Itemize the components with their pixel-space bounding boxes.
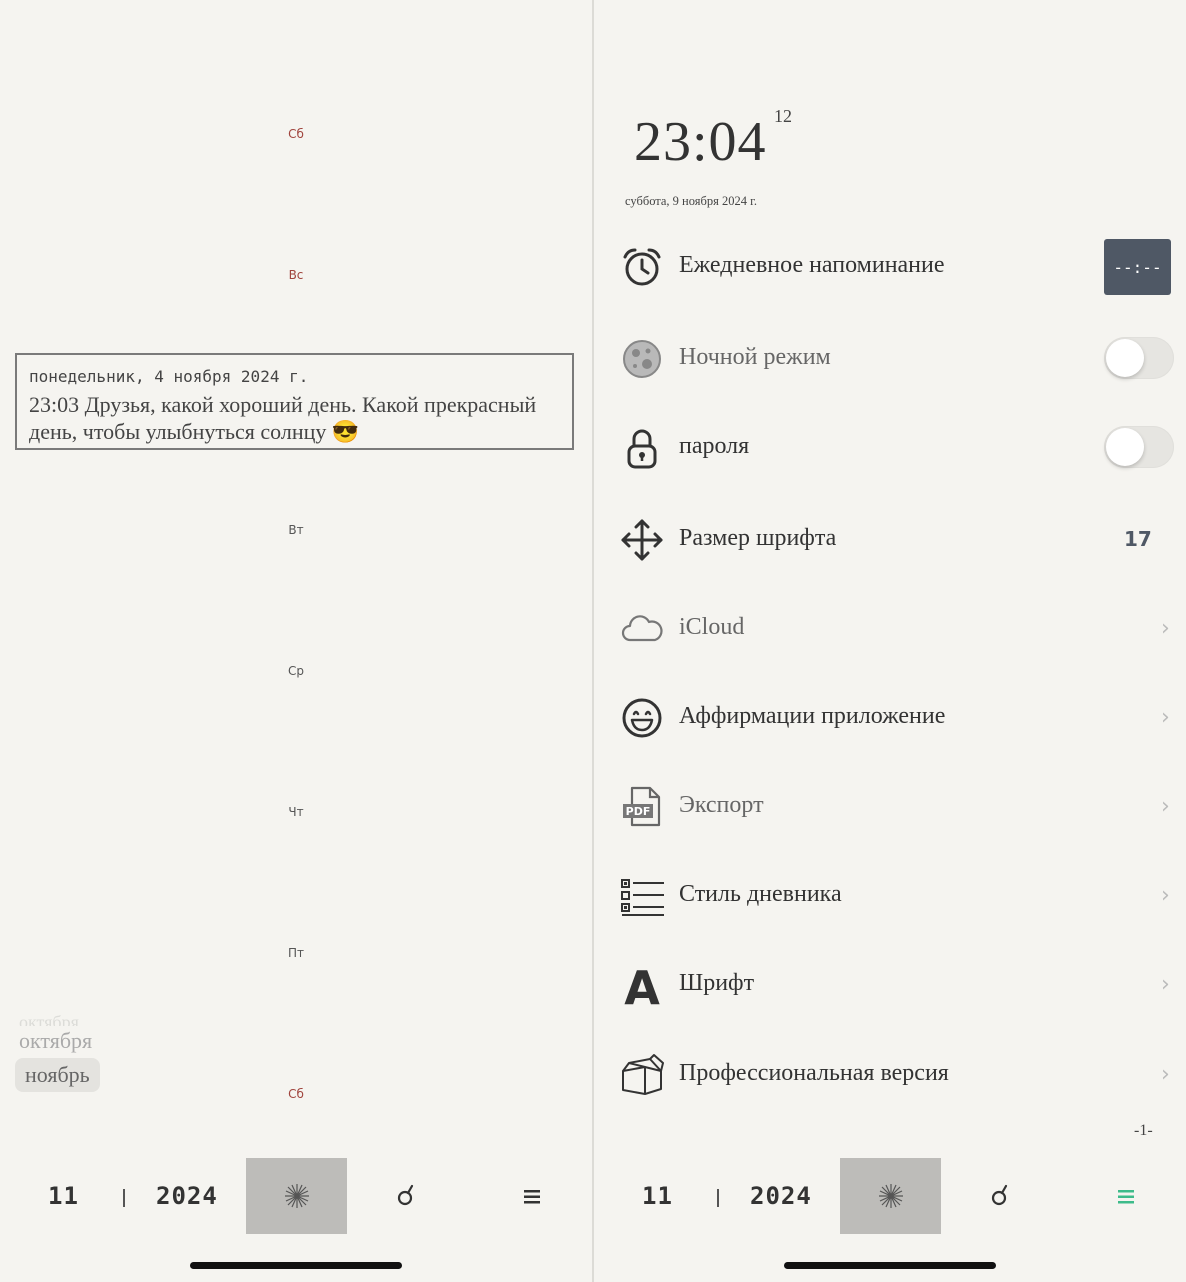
move-arrows-icon [621,519,663,561]
setting-label: Стиль дневника [679,881,842,907]
day-label-sun: Вс [288,268,304,282]
setting-daily-reminder[interactable]: Ежедневное напоминание --:-- [594,237,1186,297]
tab-separator [123,1189,125,1207]
setting-affirmations[interactable]: Аффирмации приложение › [594,688,1186,748]
tab-year[interactable]: 2024 [750,1182,812,1210]
clock-time: 23:04 [634,111,767,173]
entry-date: понедельник, 4 ноября 2024 г. [29,367,309,386]
diary-timeline-screen: Сб Вс понедельник, 4 ноября 2024 г. 23:0… [0,0,592,1282]
day-label-fri: Пт [287,946,304,960]
month-item[interactable]: октября [15,1012,125,1026]
clock-seconds: 12 [774,106,792,126]
chevron-right-icon: › [1161,616,1170,641]
sparkle-icon [284,1184,309,1208]
font-letter-icon: A [624,963,660,1007]
font-icon-text: A [624,963,660,1007]
moon-icon [623,340,661,378]
entry-text: 23:03 Друзья, какой хороший день. Какой … [29,392,537,444]
setting-label: Размер шрифта [679,525,837,551]
setting-label: Ежедневное напоминание [679,252,945,278]
month-item[interactable]: октября [15,1026,125,1056]
month-item-selected[interactable]: ноябрь [15,1058,100,1092]
setting-night-mode[interactable]: Ночной режим [594,329,1186,389]
setting-font-size[interactable]: Размер шрифта 17 [594,510,1186,570]
lock-icon [627,429,657,469]
cloud-icon [621,615,663,642]
day-label-tue: Вт [288,523,304,537]
setting-label: Ночной режим [679,344,831,370]
pdf-file-icon: PDF [623,786,661,827]
search-icon[interactable] [988,1182,1012,1210]
setting-pro-version[interactable]: Профессиональная версия › [594,1045,1186,1105]
current-date: суббота, 9 ноября 2024 г. [625,194,757,208]
bottom-tab-bar: 11 2024 [0,1158,592,1234]
new-entry-button[interactable] [246,1158,347,1234]
settings-screen: 23:04 12 суббота, 9 ноября 2024 г. Ежедн… [594,0,1186,1282]
night-mode-toggle[interactable] [1104,337,1174,379]
bottom-tab-bar: 11 2024 [594,1158,1186,1234]
tab-month[interactable]: 11 [48,1182,79,1210]
alarm-clock-icon [623,248,661,286]
setting-diary-style[interactable]: Стиль дневника › [594,866,1186,926]
setting-label: пароля [679,433,750,459]
day-label-sat: Сб [288,127,304,141]
chevron-right-icon: › [1161,972,1170,997]
tab-month[interactable]: 11 [642,1182,673,1210]
setting-password[interactable]: пароля [594,418,1186,478]
font-size-value[interactable]: 17 [1124,527,1152,551]
setting-label: Профессиональная версия [679,1060,949,1086]
setting-label: iCloud [679,614,745,640]
setting-label: Экспорт [679,792,764,818]
setting-icloud[interactable]: iCloud › [594,599,1186,659]
menu-icon[interactable] [521,1187,543,1207]
chevron-right-icon: › [1161,794,1170,819]
new-entry-button[interactable] [840,1158,941,1234]
home-indicator [190,1262,402,1269]
sparkle-icon [878,1184,903,1208]
chevron-right-icon: › [1161,705,1170,730]
toggle-knob [1106,339,1144,377]
day-label-wed: Ср [288,664,304,678]
chevron-right-icon: › [1161,1062,1170,1087]
diary-entry-card[interactable]: понедельник, 4 ноября 2024 г. 23:03 Друз… [15,353,574,450]
package-box-icon [622,1054,664,1095]
reminder-time-button[interactable]: --:-- [1104,239,1171,295]
tab-separator [717,1189,719,1207]
setting-label: Шрифт [679,970,755,996]
list-style-icon [621,879,664,916]
home-indicator [784,1262,996,1269]
chevron-right-icon: › [1161,883,1170,908]
setting-font[interactable]: A Шрифт › [594,955,1186,1015]
setting-export[interactable]: PDF Экспорт › [594,777,1186,837]
toggle-knob [1106,428,1144,466]
search-icon[interactable] [394,1182,418,1210]
day-label-thu: Чт [288,805,304,819]
menu-icon-active[interactable] [1115,1187,1137,1207]
setting-label: Аффирмации приложение [679,703,946,729]
pdf-icon-text: PDF [626,805,651,818]
tab-year[interactable]: 2024 [156,1182,218,1210]
page-indicator: -1- [1134,1122,1153,1139]
password-toggle[interactable] [1104,426,1174,468]
smiley-icon [622,698,662,738]
month-picker[interactable]: октября октября ноябрь [15,1012,125,1092]
